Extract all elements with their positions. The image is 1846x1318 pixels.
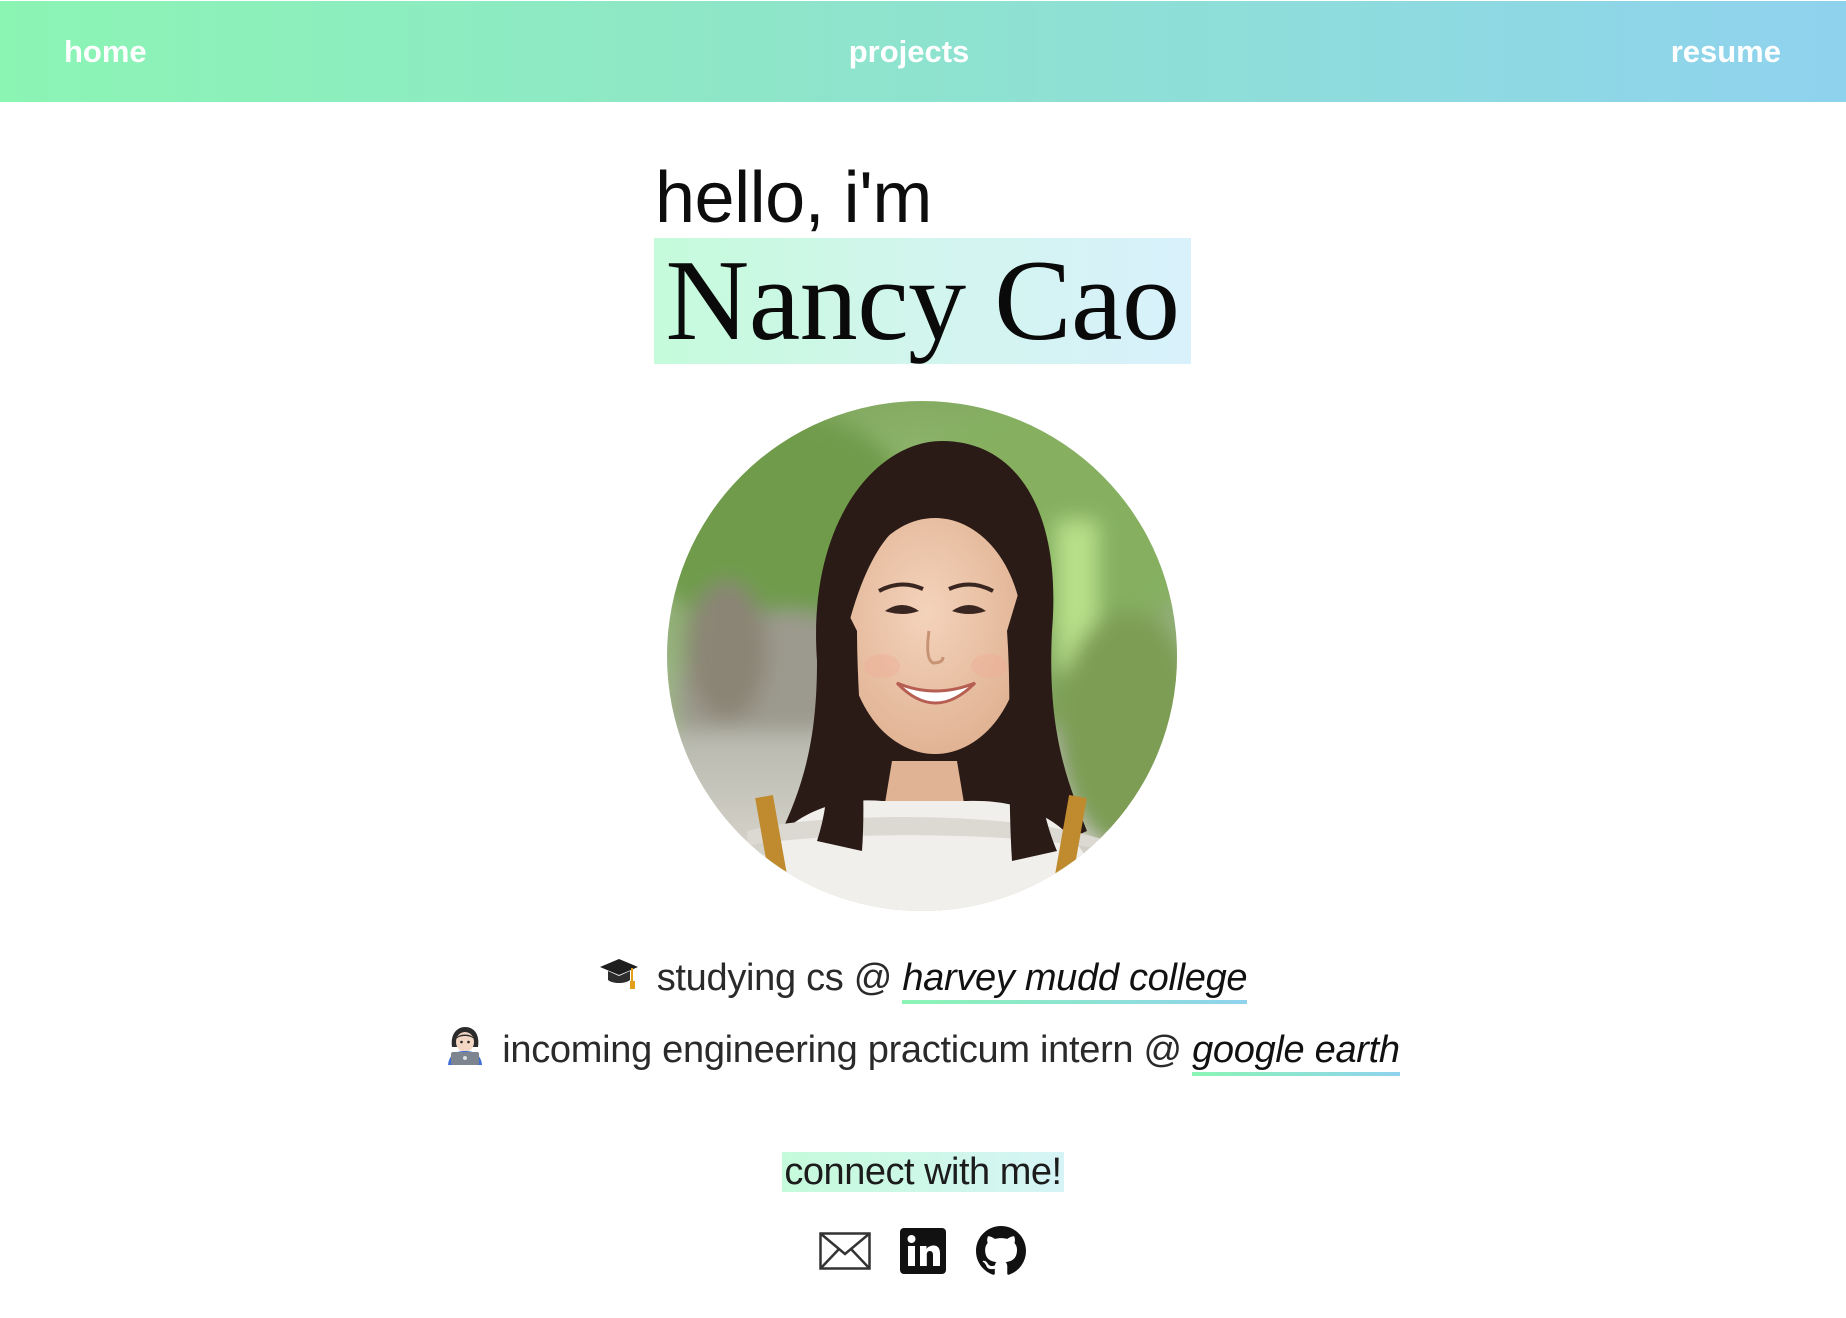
google-earth-link[interactable]: google earth (1192, 1028, 1400, 1076)
profile-photo (667, 401, 1177, 911)
mail-icon[interactable] (819, 1225, 871, 1277)
info-line-internship: incoming engineering practicum intern @ … (0, 1025, 1846, 1078)
graduation-cap-icon (599, 953, 639, 1006)
woman-technologist-icon (446, 1025, 484, 1078)
top-nav: home projects resume (0, 1, 1846, 102)
info-internship-text: incoming engineering practicum intern @ (502, 1029, 1193, 1071)
social-links (0, 1225, 1846, 1277)
connect-label: connect with me! (782, 1151, 1064, 1193)
github-icon[interactable] (975, 1225, 1027, 1277)
name-highlight: Nancy Cao (654, 238, 1191, 364)
nav-resume-link[interactable]: resume (1671, 32, 1781, 72)
connect-section: connect with me! (0, 1152, 1846, 1192)
greeting: hello, i'm (655, 158, 932, 238)
info-school-text: studying cs @ (656, 957, 903, 999)
info-line-school: studying cs @ harvey mudd college (0, 953, 1846, 1006)
harvey-mudd-link[interactable]: harvey mudd college (902, 956, 1248, 1004)
name-heading: Nancy Cao (665, 237, 1180, 365)
nav-projects-link[interactable]: projects (0, 32, 1818, 72)
linkedin-icon[interactable] (897, 1225, 949, 1277)
page: home projects resume hello, i'm Nancy Ca… (0, 0, 1846, 1318)
